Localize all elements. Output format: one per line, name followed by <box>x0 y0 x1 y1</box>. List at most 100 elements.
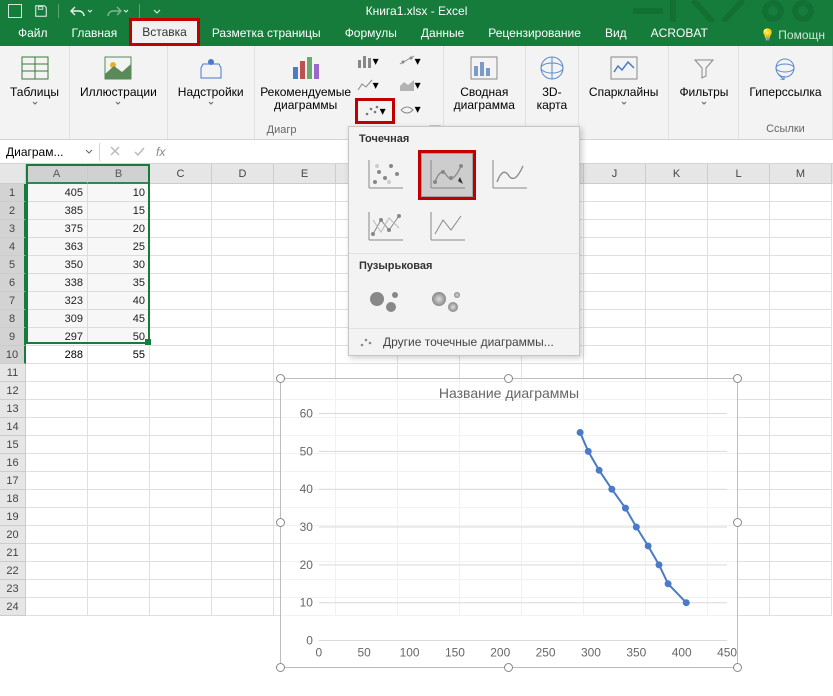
tab-home[interactable]: Главная <box>60 20 130 46</box>
cell[interactable] <box>212 220 274 238</box>
cell[interactable] <box>770 184 832 202</box>
cell[interactable]: 50 <box>88 328 150 346</box>
cell[interactable] <box>26 490 88 508</box>
cell[interactable] <box>88 454 150 472</box>
cell[interactable] <box>584 346 646 364</box>
cell[interactable] <box>26 418 88 436</box>
cell[interactable]: 25 <box>88 238 150 256</box>
cell[interactable] <box>88 580 150 598</box>
row-header[interactable]: 16 <box>0 454 26 472</box>
cell[interactable] <box>212 310 274 328</box>
cell[interactable] <box>212 328 274 346</box>
cell[interactable] <box>150 184 212 202</box>
cell[interactable] <box>26 598 88 616</box>
cell[interactable] <box>770 490 832 508</box>
row-header[interactable]: 5 <box>0 256 26 274</box>
cell[interactable]: 297 <box>26 328 88 346</box>
cell[interactable] <box>212 238 274 256</box>
cell[interactable] <box>88 364 150 382</box>
cell[interactable] <box>150 328 212 346</box>
cell[interactable] <box>26 400 88 418</box>
tab-acrobat[interactable]: ACROBAT <box>639 20 720 46</box>
cell[interactable] <box>646 184 708 202</box>
cell[interactable] <box>212 598 274 616</box>
row-header[interactable]: 4 <box>0 238 26 256</box>
cell[interactable] <box>150 202 212 220</box>
cell[interactable] <box>150 400 212 418</box>
cell[interactable] <box>274 238 336 256</box>
cell[interactable]: 15 <box>88 202 150 220</box>
cell[interactable] <box>212 346 274 364</box>
row-header[interactable]: 23 <box>0 580 26 598</box>
tab-formulas[interactable]: Формулы <box>333 20 409 46</box>
cell[interactable] <box>274 274 336 292</box>
row-header[interactable]: 9 <box>0 328 26 346</box>
cell[interactable] <box>150 310 212 328</box>
cell[interactable]: 338 <box>26 274 88 292</box>
cell[interactable] <box>770 382 832 400</box>
cell[interactable] <box>150 526 212 544</box>
cell[interactable] <box>88 418 150 436</box>
cell[interactable]: 10 <box>88 184 150 202</box>
row-header[interactable]: 7 <box>0 292 26 310</box>
cell[interactable]: 350 <box>26 256 88 274</box>
cell[interactable] <box>26 544 88 562</box>
cell[interactable] <box>584 310 646 328</box>
cell[interactable]: 35 <box>88 274 150 292</box>
row-header[interactable]: 6 <box>0 274 26 292</box>
cell[interactable] <box>770 256 832 274</box>
cell[interactable] <box>150 238 212 256</box>
tab-page-layout[interactable]: Разметка страницы <box>200 20 333 46</box>
cell[interactable] <box>708 220 770 238</box>
cell[interactable] <box>770 328 832 346</box>
cell[interactable] <box>770 400 832 418</box>
cell[interactable] <box>274 202 336 220</box>
undo-icon[interactable] <box>65 1 97 21</box>
cell[interactable] <box>88 598 150 616</box>
cell[interactable] <box>708 256 770 274</box>
cell[interactable] <box>274 346 336 364</box>
cell[interactable] <box>26 472 88 490</box>
qat-customize-icon[interactable] <box>146 1 168 21</box>
cell[interactable] <box>212 292 274 310</box>
row-header[interactable]: 18 <box>0 490 26 508</box>
cell[interactable]: 45 <box>88 310 150 328</box>
cell[interactable] <box>770 562 832 580</box>
cell[interactable] <box>212 256 274 274</box>
cell[interactable] <box>150 598 212 616</box>
row-header[interactable]: 14 <box>0 418 26 436</box>
tab-review[interactable]: Рецензирование <box>476 20 593 46</box>
cell[interactable] <box>88 436 150 454</box>
cell[interactable] <box>770 202 832 220</box>
cell[interactable] <box>150 346 212 364</box>
cell[interactable] <box>212 202 274 220</box>
cell[interactable] <box>646 256 708 274</box>
tab-file[interactable]: Файл <box>6 20 60 46</box>
cell[interactable] <box>26 454 88 472</box>
cell[interactable] <box>770 544 832 562</box>
cell[interactable] <box>88 562 150 580</box>
cell[interactable] <box>770 418 832 436</box>
tables-button[interactable]: Таблицы <box>6 50 63 107</box>
chart-title[interactable]: Название диаграммы <box>281 379 737 407</box>
cell[interactable] <box>150 418 212 436</box>
cell[interactable] <box>646 328 708 346</box>
cell[interactable]: 288 <box>26 346 88 364</box>
cell[interactable] <box>212 400 274 418</box>
cell[interactable] <box>708 346 770 364</box>
chart-object[interactable]: Название диаграммы 010203040506005010015… <box>280 378 738 668</box>
3dmap-button[interactable]: 3D-карта <box>532 50 572 114</box>
cell[interactable] <box>770 580 832 598</box>
cell[interactable] <box>212 562 274 580</box>
cell[interactable] <box>88 382 150 400</box>
cell[interactable] <box>26 580 88 598</box>
cell[interactable] <box>212 490 274 508</box>
cell[interactable] <box>150 580 212 598</box>
cell[interactable] <box>212 508 274 526</box>
row-header[interactable]: 22 <box>0 562 26 580</box>
cell[interactable] <box>150 472 212 490</box>
row-header[interactable]: 11 <box>0 364 26 382</box>
cell[interactable] <box>150 274 212 292</box>
cell[interactable] <box>212 454 274 472</box>
cell[interactable] <box>708 238 770 256</box>
